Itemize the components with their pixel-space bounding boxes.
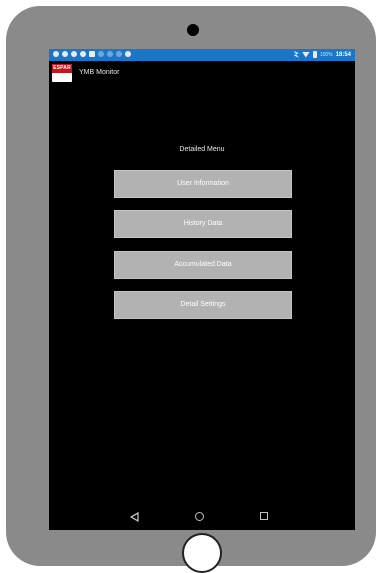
bluetooth-icon bbox=[293, 51, 299, 58]
battery-percent: 100% bbox=[319, 51, 333, 58]
logo-text: ESPAR bbox=[53, 65, 71, 71]
notification-icon bbox=[107, 51, 113, 57]
tablet-frame: 100% 18:54 ESPAR YMB Monitor Detailed Me… bbox=[6, 6, 376, 573]
user-information-button[interactable]: User Information bbox=[114, 170, 292, 198]
notification-icon bbox=[80, 51, 86, 57]
notification-icon bbox=[62, 51, 68, 57]
home-icon[interactable] bbox=[195, 512, 204, 521]
wifi-icon bbox=[301, 51, 310, 58]
system-icons: 100% 18:54 bbox=[293, 51, 351, 58]
hardware-home-button[interactable] bbox=[182, 533, 222, 573]
notification-icon bbox=[71, 51, 77, 57]
battery-icon bbox=[312, 51, 317, 58]
navigation-bar bbox=[49, 504, 355, 530]
detail-settings-button[interactable]: Detail Settings bbox=[114, 291, 292, 319]
app-title: YMB Monitor bbox=[79, 69, 120, 76]
image-icon bbox=[89, 51, 95, 57]
front-camera bbox=[187, 24, 199, 36]
accumulated-data-button[interactable]: Accumulated Data bbox=[114, 251, 292, 279]
history-data-button[interactable]: History Data bbox=[114, 210, 292, 238]
status-bar: 100% 18:54 bbox=[49, 49, 355, 61]
device-screen: 100% 18:54 ESPAR YMB Monitor Detailed Me… bbox=[49, 49, 355, 530]
clock: 18:54 bbox=[335, 51, 351, 58]
menu-title: Detailed Menu bbox=[179, 146, 225, 153]
back-icon[interactable] bbox=[130, 512, 139, 522]
app-logo: ESPAR bbox=[52, 64, 72, 82]
recent-apps-icon[interactable] bbox=[260, 512, 268, 520]
notification-icons bbox=[53, 51, 131, 57]
notification-icon bbox=[53, 51, 59, 57]
app-bar: ESPAR YMB Monitor bbox=[49, 61, 355, 85]
notification-icon bbox=[98, 51, 104, 57]
usb-icon bbox=[125, 51, 131, 57]
notification-icon bbox=[116, 51, 122, 57]
